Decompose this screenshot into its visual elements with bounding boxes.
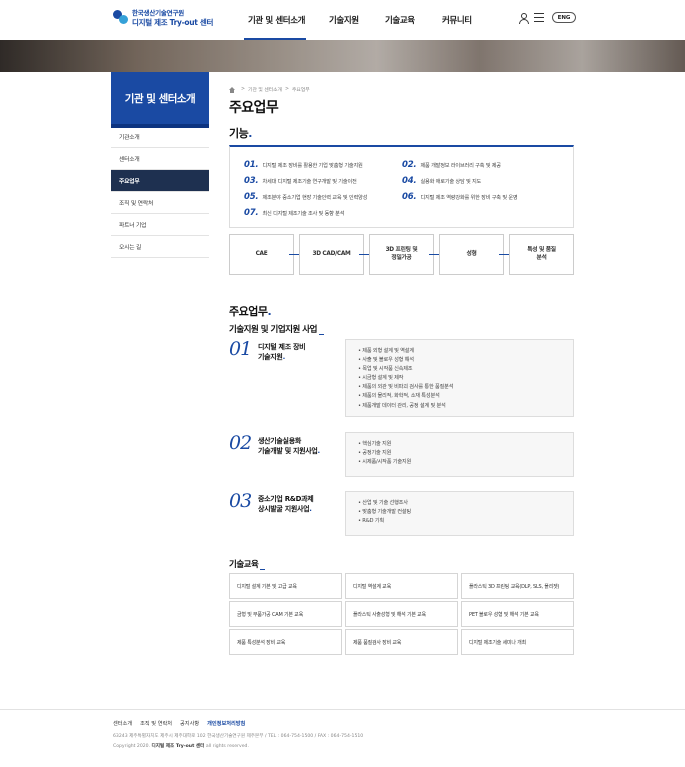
- function-item: 07. 최신 디지털 제조기술 조사 및 동향 분석: [244, 208, 345, 218]
- flow-step-analysis: 특성 및 품질 분석: [509, 234, 574, 275]
- business-detail-item: • 제품의 물리적, 화학적, 소재 특성분석: [358, 393, 440, 400]
- education-grid: 디지털 설계 기본 및 고급 교육 디지털 역설계 교육 플라스틱 3D 프린팅…: [229, 573, 574, 655]
- banner-overlay: [0, 40, 685, 72]
- sidebar-item-main-business[interactable]: 주요업무: [111, 170, 209, 192]
- footer-link-privacy[interactable]: 개인정보처리방침: [207, 720, 245, 727]
- footer-link-notice[interactable]: 공지사항: [180, 720, 199, 727]
- footer-links: 센터소개 조직 및 연락처 공지사항 개인정보처리방침: [113, 720, 253, 727]
- breadcrumb-item[interactable]: 기관 및 센터소개: [248, 86, 282, 93]
- sidebar-title: 기관 및 센터소개: [111, 72, 209, 128]
- footer-copyright: Copyright 2020. 디지털 제조 Try-out 센터 all ri…: [113, 744, 249, 749]
- function-item: 03. 차세대 디지털 제조기술 연구개발 및 기술이전: [244, 176, 357, 186]
- sidebar-item-center[interactable]: 센터소개: [111, 148, 209, 170]
- flow-step-3d-printing: 3D 프린팅 및 정밀가공: [369, 234, 434, 275]
- flow-step-cad-cam: 3D CAD/CAM: [299, 234, 364, 275]
- business-details-box: • 산업 및 기술 선행조사 • 맞춤형 기술개발 컨설팅 • R&D 기획: [345, 491, 574, 536]
- business-details-box: • 핵심기술 지원 • 공정기술 지원 • 시제품/시작품 기술지원: [345, 432, 574, 477]
- footer-address: 63243 제주특별자치도 제주시 제주대학로 102 한국생산기술연구원 제주…: [113, 734, 364, 739]
- sidebar-item-partners[interactable]: 파트너 기업: [111, 214, 209, 236]
- sidebar-menu: 기관소개 센터소개 주요업무 조직 및 연락처 파트너 기업 오시는 길: [111, 126, 209, 258]
- function-item: 01. 디지털 제조 장비를 활용한 기업 맞춤형 기술지원: [244, 160, 363, 170]
- business-heading: 주요업무.: [229, 305, 272, 318]
- business-detail-item: • 핵심기술 지원: [358, 441, 392, 447]
- footer-link-organization[interactable]: 조직 및 연락처: [140, 720, 172, 727]
- business-number: 01: [229, 338, 252, 360]
- flow-step-cae: CAE: [229, 234, 294, 275]
- education-item[interactable]: 제품 특성분석 장비 교육: [229, 629, 342, 655]
- sidebar-item-directions[interactable]: 오시는 길: [111, 236, 209, 258]
- business-detail-item: • 맞춤형 기술개발 컨설팅: [358, 509, 411, 516]
- education-item[interactable]: 디지털 역설계 교육: [345, 573, 458, 599]
- breadcrumb-separator: >: [284, 87, 290, 92]
- footer-divider: [0, 709, 685, 710]
- education-heading: 기술교육: [229, 558, 266, 570]
- business-number: 03: [229, 490, 252, 512]
- main-navigation: 기관 및 센터소개 기술지원 기술교육 커뮤니티: [0, 14, 685, 28]
- breadcrumb: > 기관 및 센터소개 > 주요업무: [229, 86, 310, 93]
- education-item[interactable]: 플라스틱 3D 프린팅 교육(DLP, SLS, 폴리젯): [461, 573, 574, 599]
- business-detail-item: • 시제품/시작품 기술지원: [358, 459, 412, 466]
- education-item[interactable]: 제품 품질검사 장비 교육: [345, 629, 458, 655]
- business-detail-item: • R&D 기획: [358, 518, 384, 525]
- breadcrumb-current: 주요업무: [292, 88, 310, 93]
- business-name: 생산기술실용화 기술개발 및 지원사업.: [258, 437, 320, 456]
- home-icon[interactable]: [229, 86, 235, 93]
- business-subtitle: 기술지원 및 기업지원 사업: [229, 323, 324, 335]
- functions-box: 01. 디지털 제조 장비를 활용한 기업 맞춤형 기술지원 02. 제품 개발정보…: [229, 145, 574, 228]
- business-detail-item: • 공정기술 지원: [358, 450, 392, 457]
- business-detail-item: • 산업 및 기술 선행조사: [358, 500, 408, 506]
- business-detail-item: • 제품개발 데이터 관리, 공정 설계 및 분석: [358, 402, 446, 409]
- function-item: 02. 제품 개발정보 라이브러리 구축 및 제공: [402, 160, 501, 170]
- business-detail-item: • 사출 및 블로우 성형 해석: [358, 357, 414, 364]
- flow-step-molding: 성형: [439, 234, 504, 275]
- footer-link-center[interactable]: 센터소개: [113, 720, 132, 727]
- education-item[interactable]: PET 블로우 성형 및 해석 기본 교육: [461, 601, 574, 627]
- function-item: 05. 제조분야 중소기업 현장 기술인력 교육 및 인력양성: [244, 192, 368, 202]
- user-icon[interactable]: [518, 12, 529, 24]
- education-item[interactable]: 디지털 제조기술 세미나 개최: [461, 629, 574, 655]
- business-detail-item: • 목업 및 시작품 신속제조: [358, 366, 413, 373]
- education-item[interactable]: 금형 및 부품가공 CAM 기본 교육: [229, 601, 342, 627]
- business-detail-item: • 제품의 외관 및 비파괴 검사를 통한 품질분석: [358, 384, 454, 391]
- nav-item-tech-support[interactable]: 기술지원: [329, 14, 359, 26]
- education-item[interactable]: 플라스틱 사출성형 및 해석 기본 교육: [345, 601, 458, 627]
- business-number: 02: [229, 432, 252, 454]
- business-detail-item: • 시금형 설계 및 제작: [358, 375, 404, 382]
- nav-item-tech-education[interactable]: 기술교육: [385, 14, 415, 26]
- sidebar-item-institute[interactable]: 기관소개: [111, 126, 209, 148]
- hamburger-menu-icon[interactable]: [534, 13, 544, 22]
- breadcrumb-separator: >: [241, 87, 246, 92]
- sidebar-item-organization[interactable]: 조직 및 연락처: [111, 192, 209, 214]
- nav-item-community[interactable]: 커뮤니티: [442, 14, 472, 26]
- nav-item-about[interactable]: 기관 및 센터소개: [248, 14, 305, 26]
- page-title: 주요업무: [229, 100, 279, 116]
- site-header: 한국생산기술연구원 디지털 제조 Try-out 센터 기관 및 센터소개 기술…: [0, 0, 685, 40]
- function-item: 06. 디지털 제조 역량강화를 위한 장비 구축 및 운영: [402, 192, 518, 202]
- business-detail-item: • 제품 외형 설계 및 역설계: [358, 348, 414, 354]
- business-name: 중소기업 R&D과제 상시발굴 지원사업.: [258, 495, 314, 514]
- language-button[interactable]: ENG: [552, 12, 576, 23]
- function-item: 04. 실용화 애로기술 상담 및 지도: [402, 176, 482, 186]
- functions-heading: 기능.: [229, 127, 252, 140]
- education-item[interactable]: 디지털 설계 기본 및 고급 교육: [229, 573, 342, 599]
- utility-menu: ENG: [518, 12, 576, 24]
- business-details-box: • 제품 외형 설계 및 역설계 • 사출 및 블로우 성형 해석 • 목업 및…: [345, 339, 574, 417]
- business-name: 디지털 제조 장비 기술지원.: [258, 343, 306, 362]
